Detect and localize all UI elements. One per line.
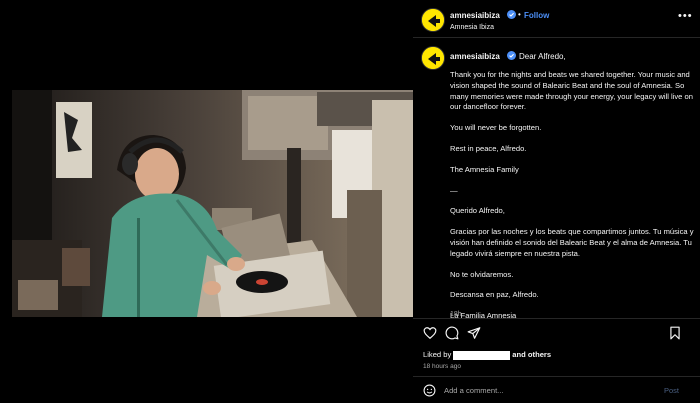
header-username[interactable]: amnesiaibiza xyxy=(450,11,500,20)
amnesia-logo-icon xyxy=(422,9,444,31)
caption-text: Thank you for the nights and beats we sh… xyxy=(450,70,695,332)
post-side-panel: amnesiaibiza • Follow Amnesia Ibiza ••• … xyxy=(413,0,700,403)
caption-paragraph: Thank you for the nights and beats we sh… xyxy=(450,70,693,112)
caption-paragraph: Gracias por las noches y los beats que c… xyxy=(450,227,694,258)
post-header: amnesiaibiza • Follow Amnesia Ibiza ••• xyxy=(413,0,700,38)
location-label[interactable]: Amnesia Ibiza xyxy=(450,24,494,31)
redacted-username xyxy=(453,350,511,360)
more-options-icon[interactable]: ••• xyxy=(678,10,693,22)
caption-avatar[interactable] xyxy=(421,46,445,70)
heart-icon[interactable] xyxy=(423,326,437,340)
amnesia-logo-icon xyxy=(422,47,444,69)
caption-first-line: Dear Alfredo, xyxy=(519,52,566,61)
post-actions: Liked by and others 18 hours ago Post xyxy=(413,318,700,403)
separator-dot: • xyxy=(518,10,521,19)
post-photo[interactable] xyxy=(12,90,413,317)
post-age: 18 hours ago xyxy=(423,363,461,370)
caption-paragraph: Descansa en paz, Alfredo. xyxy=(450,290,539,300)
share-icon[interactable] xyxy=(467,326,481,340)
emoji-icon[interactable] xyxy=(423,384,436,397)
caption-paragraph: The Amnesia Family xyxy=(450,164,519,174)
dj-photo-illustration xyxy=(12,90,413,317)
caption-timestamp[interactable]: 18h xyxy=(450,311,462,318)
comment-input[interactable] xyxy=(444,383,654,397)
verified-badge-icon xyxy=(507,51,516,60)
bookmark-icon[interactable] xyxy=(668,326,682,340)
liked-by-line: Liked by and others xyxy=(423,350,551,360)
caption-username[interactable]: amnesiaibiza xyxy=(450,52,500,61)
caption-paragraph: No te olvidaremos. xyxy=(450,269,514,279)
post-comment-button[interactable]: Post xyxy=(664,386,679,395)
caption-paragraph: Rest in peace, Alfredo. xyxy=(450,143,527,153)
caption-paragraph: — xyxy=(450,185,458,195)
caption-paragraph: Querido Alfredo, xyxy=(450,206,505,216)
post-media-area xyxy=(0,0,413,403)
avatar[interactable] xyxy=(421,8,445,32)
comment-icon[interactable] xyxy=(445,326,459,340)
caption-paragraph: You will never be forgotten. xyxy=(450,123,542,133)
verified-badge-icon xyxy=(507,10,516,19)
follow-button[interactable]: Follow xyxy=(524,11,549,20)
liked-by-prefix: Liked by xyxy=(423,350,452,359)
and-others-link[interactable]: and others xyxy=(512,350,551,359)
comment-box: Post xyxy=(413,376,700,403)
